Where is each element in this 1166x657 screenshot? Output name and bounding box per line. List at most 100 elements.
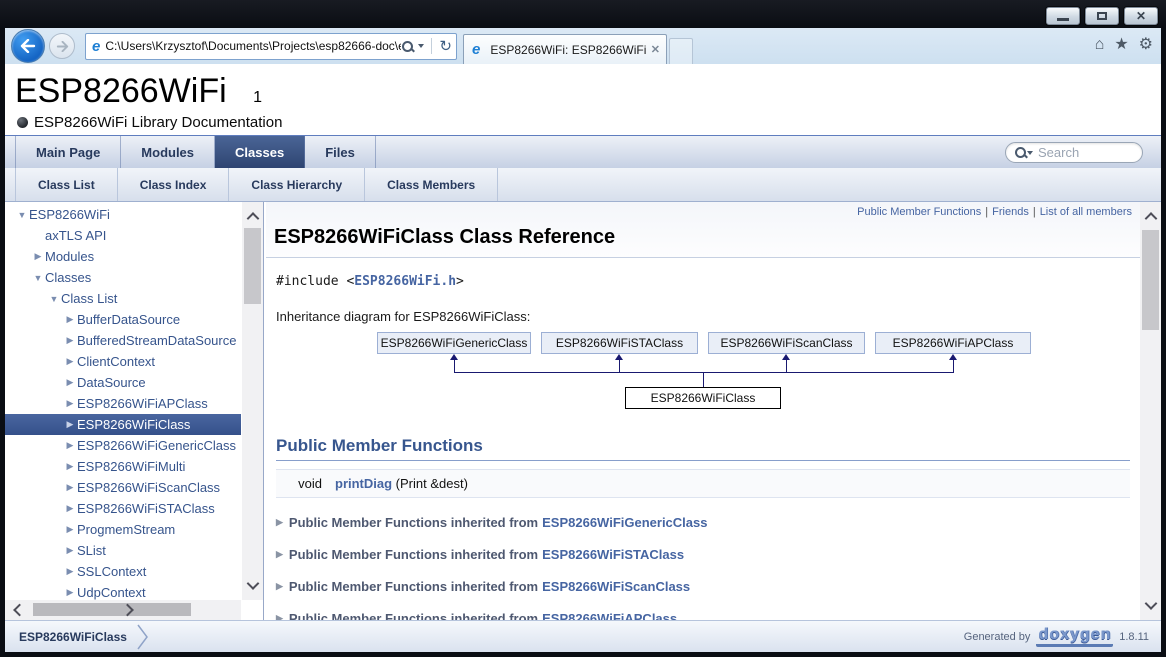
- diagram-node-staclass[interactable]: ESP8266WiFiSTAClass: [541, 332, 698, 354]
- collapse-arrow-icon[interactable]: [15, 210, 29, 220]
- sidebar-item-esp8266wifistaclass[interactable]: ESP8266WiFiSTAClass: [5, 498, 241, 519]
- minimize-button[interactable]: [1046, 7, 1080, 25]
- scroll-left-icon[interactable]: [13, 604, 26, 617]
- breadcrumb-item[interactable]: ESP8266WiFiClass: [19, 630, 127, 644]
- scroll-up-icon[interactable]: [1144, 212, 1157, 225]
- expand-arrow-icon[interactable]: [63, 377, 77, 388]
- window-titlebar[interactable]: ✕: [0, 0, 1166, 28]
- class-link[interactable]: ESP8266WiFiAPClass: [542, 611, 677, 620]
- tab-main-page[interactable]: Main Page: [15, 136, 121, 168]
- sidebar-item-bufferedstreamdatasource[interactable]: BufferedStreamDataSource: [5, 330, 241, 351]
- expand-arrow-icon[interactable]: [63, 356, 77, 367]
- browser-tab[interactable]: e ESP8266WiFi: ESP8266WiFi... ✕: [463, 34, 667, 64]
- expand-arrow-icon[interactable]: [63, 503, 77, 514]
- tab-files[interactable]: Files: [305, 136, 376, 168]
- sidebar-item-datasource[interactable]: DataSource: [5, 372, 241, 393]
- new-tab-button[interactable]: [669, 38, 693, 64]
- inherited-section-apclass[interactable]: Public Member Functions inherited from E…: [276, 611, 1130, 620]
- address-bar[interactable]: e C:\Users\Krzysztof\Documents\Projects\…: [85, 33, 457, 60]
- tab-class-index[interactable]: Class Index: [118, 168, 230, 201]
- forward-button[interactable]: [49, 33, 75, 59]
- inherited-section-staclass[interactable]: Public Member Functions inherited from E…: [276, 547, 1130, 562]
- class-link[interactable]: ESP8266WiFiGenericClass: [542, 515, 707, 530]
- sidebar-item-esp8266wifiapclass[interactable]: ESP8266WiFiAPClass: [5, 393, 241, 414]
- inherited-section-scanclass[interactable]: Public Member Functions inherited from E…: [276, 579, 1130, 594]
- sidebar-item-progmemstream[interactable]: ProgmemStream: [5, 519, 241, 540]
- sidebar-horizontal-scrollbar[interactable]: [5, 600, 241, 620]
- expand-arrow-icon[interactable]: [63, 482, 77, 493]
- scroll-up-icon[interactable]: [246, 212, 259, 225]
- tab-label: Class Members: [387, 178, 475, 192]
- sidebar-item-esp8266wifiscanclass[interactable]: ESP8266WiFiScanClass: [5, 477, 241, 498]
- expand-arrow-icon[interactable]: [63, 587, 77, 598]
- sidebar-item-modules[interactable]: Modules: [5, 246, 241, 267]
- diagram-node-genericclass[interactable]: ESP8266WiFiGenericClass: [377, 332, 531, 354]
- sidebar-item-esp8266wificlass[interactable]: ESP8266WiFiClass: [5, 414, 241, 435]
- sidebar-item-slist[interactable]: SList: [5, 540, 241, 561]
- expand-arrow-icon[interactable]: [63, 419, 77, 430]
- sidebar-item-bufferdatasource[interactable]: BufferDataSource: [5, 309, 241, 330]
- search-dropdown-icon[interactable]: [1027, 151, 1033, 155]
- scroll-down-icon[interactable]: [246, 577, 259, 590]
- back-button[interactable]: [11, 29, 45, 63]
- scrollbar-thumb[interactable]: [33, 603, 191, 616]
- search-icon[interactable]: [401, 40, 414, 53]
- home-icon[interactable]: ⌂: [1095, 37, 1105, 53]
- expand-arrow-icon[interactable]: [63, 398, 77, 409]
- class-link[interactable]: ESP8266WiFiScanClass: [542, 579, 690, 594]
- expand-arrow-icon[interactable]: [63, 314, 77, 325]
- diagram-node-apclass[interactable]: ESP8266WiFiAPClass: [875, 332, 1031, 354]
- expand-arrow-icon[interactable]: [63, 440, 77, 451]
- expand-arrow-icon[interactable]: [63, 566, 77, 577]
- content-vertical-scrollbar[interactable]: [1140, 202, 1161, 620]
- tab-close-icon[interactable]: ✕: [651, 43, 660, 56]
- forward-arrow-icon: [56, 41, 69, 52]
- search-box[interactable]: Search: [1005, 142, 1143, 163]
- diagram-node-scanclass[interactable]: ESP8266WiFiScanClass: [708, 332, 865, 354]
- doxygen-logo[interactable]: doxygen: [1036, 626, 1113, 647]
- expand-arrow-icon[interactable]: [63, 461, 77, 472]
- restore-button[interactable]: [1085, 7, 1119, 25]
- tab-class-list[interactable]: Class List: [15, 168, 118, 201]
- tab-class-hierarchy[interactable]: Class Hierarchy: [229, 168, 365, 201]
- sidebar-item-esp8266wifi[interactable]: ESP8266WiFi: [5, 204, 241, 225]
- link-public-member-functions[interactable]: Public Member Functions: [857, 206, 981, 218]
- search-dropdown-icon[interactable]: [418, 44, 424, 48]
- collapse-arrow-icon[interactable]: [47, 294, 61, 304]
- address-url[interactable]: C:\Users\Krzysztof\Documents\Projects\es…: [105, 39, 401, 53]
- expand-arrow-icon[interactable]: [63, 524, 77, 535]
- expand-arrow-icon[interactable]: [31, 251, 45, 262]
- scrollbar-thumb[interactable]: [244, 228, 261, 304]
- settings-gear-icon[interactable]: ⚙: [1139, 37, 1153, 53]
- sidebar-item-esp8266wifigenericclass[interactable]: ESP8266WiFiGenericClass: [5, 435, 241, 456]
- sidebar-vertical-scrollbar[interactable]: [242, 202, 263, 600]
- member-link-printdiag[interactable]: printDiag: [335, 476, 392, 491]
- link-list-of-all-members[interactable]: List of all members: [1040, 206, 1132, 218]
- collapse-arrow-icon[interactable]: [31, 273, 45, 283]
- expand-arrow-icon[interactable]: [63, 335, 77, 346]
- breadcrumb-chevron-icon: [137, 624, 149, 650]
- sidebar-item-esp8266wifimulti[interactable]: ESP8266WiFiMulti: [5, 456, 241, 477]
- search-input[interactable]: Search: [1038, 145, 1079, 160]
- breadcrumb[interactable]: ESP8266WiFiClass: [5, 624, 149, 650]
- tab-modules[interactable]: Modules: [121, 136, 215, 168]
- include-file-link[interactable]: ESP8266WiFi.h: [354, 274, 456, 289]
- favorites-star-icon[interactable]: ★: [1114, 37, 1128, 53]
- close-button[interactable]: ✕: [1124, 7, 1158, 25]
- link-friends[interactable]: Friends: [992, 206, 1029, 218]
- sidebar-item-sslcontext[interactable]: SSLContext: [5, 561, 241, 582]
- inherited-section-genericclass[interactable]: Public Member Functions inherited from E…: [276, 515, 1130, 530]
- sidebar-item-axtls-api[interactable]: axTLS API: [5, 225, 241, 246]
- tab-classes[interactable]: Classes: [215, 136, 305, 168]
- class-link[interactable]: ESP8266WiFiSTAClass: [542, 547, 684, 562]
- refresh-icon[interactable]: ↻: [439, 39, 452, 54]
- sidebar-item-classes[interactable]: Classes: [5, 267, 241, 288]
- sidebar-item-label: Class List: [61, 291, 117, 306]
- sidebar-item-clientcontext[interactable]: ClientContext: [5, 351, 241, 372]
- sidebar-item-label: ESP8266WiFiSTAClass: [77, 501, 215, 516]
- scroll-down-icon[interactable]: [1144, 597, 1157, 610]
- expand-arrow-icon[interactable]: [63, 545, 77, 556]
- sidebar-item-class-list[interactable]: Class List: [5, 288, 241, 309]
- tab-class-members[interactable]: Class Members: [365, 168, 498, 201]
- scrollbar-thumb[interactable]: [1142, 230, 1159, 330]
